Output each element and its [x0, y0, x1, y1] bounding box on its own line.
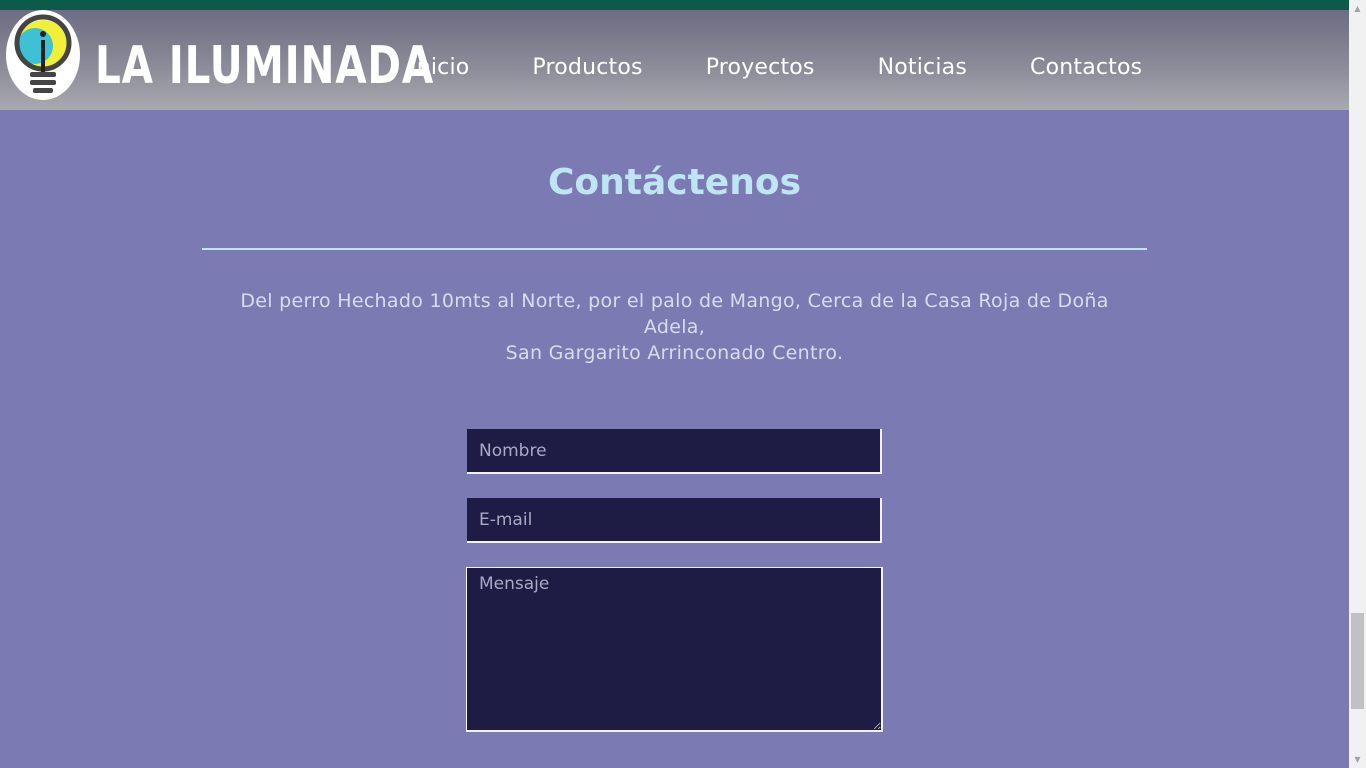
- email-input[interactable]: [467, 498, 882, 543]
- message-textarea[interactable]: [466, 567, 883, 732]
- address-line-2: San Gargarito Arrinconado Centro.: [505, 342, 844, 364]
- nav-inicio[interactable]: Inicio: [410, 52, 469, 84]
- nav-contactos[interactable]: Contactos: [1030, 52, 1142, 84]
- nav-noticias[interactable]: Noticias: [878, 52, 967, 84]
- title-divider: [202, 248, 1147, 250]
- lightbulb-icon[interactable]: [6, 10, 80, 100]
- name-input[interactable]: [467, 429, 882, 474]
- contact-title: Contáctenos: [547, 162, 802, 203]
- main-nav: Inicio Productos Proyectos Noticias Cont…: [410, 52, 1205, 84]
- page-scrollbar[interactable]: ▲ ▼: [1349, 0, 1366, 768]
- address-line-1: Del perro Hechado 10mts al Norte, por el…: [240, 290, 1109, 338]
- nav-proyectos[interactable]: Proyectos: [706, 52, 815, 84]
- nav-productos[interactable]: Productos: [532, 52, 642, 84]
- page: LA ILUMINADA Inicio Productos Proyectos …: [0, 0, 1366, 768]
- scroll-up-arrow-icon[interactable]: ▲: [1349, 0, 1366, 17]
- top-accent-strip: [0, 0, 1349, 10]
- header-navbar: LA ILUMINADA Inicio Productos Proyectos …: [0, 10, 1349, 110]
- scroll-thumb[interactable]: [1351, 613, 1364, 709]
- address-text: Del perro Hechado 10mts al Norte, por el…: [222, 288, 1127, 366]
- scroll-down-arrow-icon[interactable]: ▼: [1349, 751, 1366, 768]
- brand-name[interactable]: LA ILUMINADA: [95, 36, 434, 96]
